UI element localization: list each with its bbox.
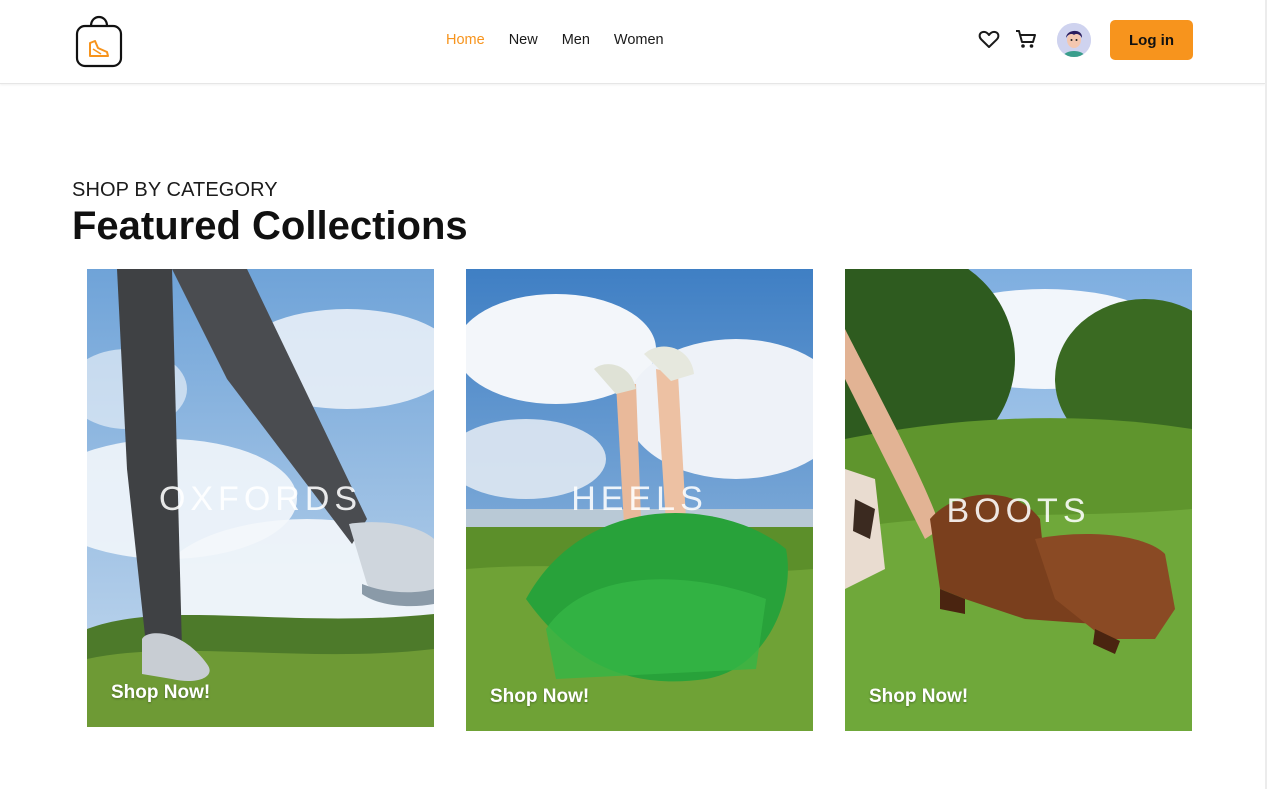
collection-card-oxfords[interactable]: OXFORDS Shop Now!	[87, 269, 434, 727]
shop-now-link[interactable]: Shop Now!	[111, 682, 210, 704]
nav-home-link[interactable]: Home	[446, 31, 485, 49]
nav-men-link[interactable]: Men	[562, 31, 590, 49]
cart-icon[interactable]	[1014, 27, 1038, 51]
avatar-illustration-icon	[1057, 23, 1091, 57]
shop-now-link[interactable]: Shop Now!	[869, 686, 968, 708]
top-navbar: Home New Men Women Log in	[0, 0, 1265, 84]
collection-card-heels[interactable]: HEELS Shop Now!	[466, 269, 813, 731]
section-eyebrow: SHOP BY CATEGORY	[72, 179, 278, 201]
login-button[interactable]: Log in	[1110, 20, 1193, 60]
heart-icon[interactable]	[977, 27, 1001, 51]
collection-title: HEELS	[571, 480, 708, 518]
shopping-bag-logo-icon[interactable]	[74, 10, 124, 68]
shop-now-link[interactable]: Shop Now!	[490, 686, 589, 708]
collection-title: OXFORDS	[158, 480, 363, 518]
collection-card-boots[interactable]: BOOTS Shop Now!	[845, 269, 1192, 731]
collection-title: BOOTS	[946, 492, 1091, 530]
main-nav: Home New Men Women	[446, 31, 688, 49]
user-avatar[interactable]	[1057, 23, 1091, 57]
nav-new-link[interactable]: New	[509, 31, 538, 49]
nav-women-link[interactable]: Women	[614, 31, 664, 49]
page-title: Featured Collections	[72, 204, 468, 248]
